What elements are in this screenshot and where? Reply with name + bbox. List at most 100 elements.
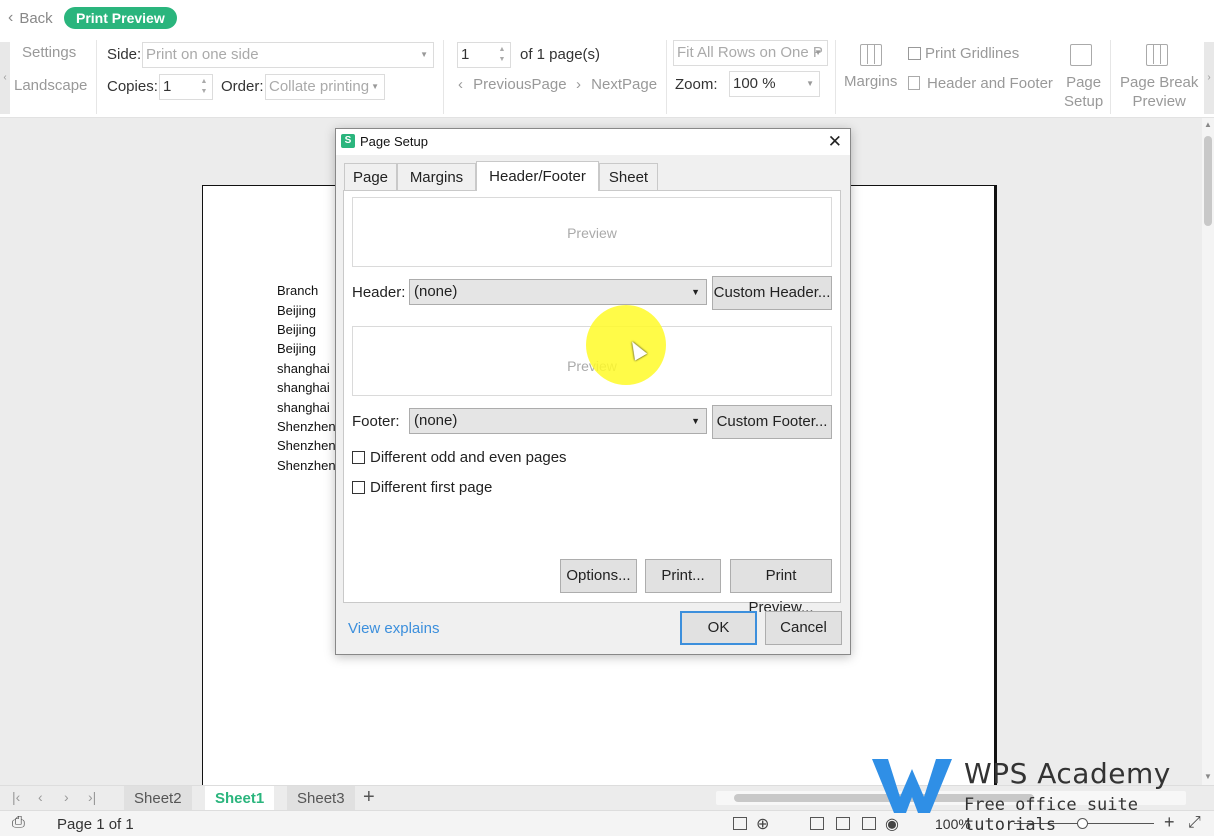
ribbon-divider <box>666 40 667 114</box>
next-page-button[interactable]: › NextPage <box>576 76 657 93</box>
scaling-select[interactable]: Fit All Rows on One P ▼ <box>673 40 828 66</box>
sheet-cell: Beijing <box>277 341 317 356</box>
sheet-tab-sheet3[interactable]: Sheet3 <box>287 786 355 811</box>
tab-sheet[interactable]: Sheet <box>599 163 658 190</box>
print-gridlines-checkbox[interactable] <box>908 47 921 60</box>
sheet-cell: Shenzhen <box>277 438 336 453</box>
spin-arrows-icon[interactable]: ▲ ▼ <box>496 45 508 65</box>
page-setup-icon <box>1070 44 1092 66</box>
prev-sheet-icon[interactable]: ‹ <box>38 789 43 805</box>
next-page-label: NextPage <box>591 76 658 93</box>
add-sheet-icon[interactable]: + <box>363 786 375 809</box>
zoom-select-value: 100 % <box>733 75 776 92</box>
page-break-preview-button[interactable]: Page Break Preview <box>1120 73 1198 111</box>
sheet-tab-sheet1[interactable]: Sheet1 <box>205 786 275 811</box>
view-explains-link[interactable]: View explains <box>348 620 439 637</box>
chevron-down-icon: ▼ <box>371 82 379 91</box>
page-setup-button[interactable]: Page Setup <box>1064 73 1103 111</box>
protect-icon[interactable]: ⊕ <box>756 814 769 834</box>
tab-header-footer[interactable]: Header/Footer <box>476 161 599 191</box>
copies-stepper[interactable]: 1 ▲ ▼ <box>159 74 213 100</box>
page-number-stepper[interactable]: 1 ▲ ▼ <box>457 42 511 68</box>
normal-view-icon[interactable] <box>810 817 824 830</box>
settings-button[interactable]: Settings <box>10 44 76 61</box>
first-page-checkbox[interactable] <box>352 481 365 494</box>
options-button[interactable]: Options... <box>560 559 637 593</box>
ribbon-divider <box>443 40 444 114</box>
side-label: Side: <box>107 46 142 63</box>
chevron-left-icon: ‹ <box>8 9 14 26</box>
tab-margins[interactable]: Margins <box>397 163 476 190</box>
spin-arrows-icon[interactable]: ▲ ▼ <box>198 77 210 97</box>
ribbon-scroll-left-button[interactable]: ‹ <box>0 42 10 114</box>
chevron-down-icon: ▼ <box>691 416 700 426</box>
sheet-cell: Beijing <box>277 303 317 318</box>
wps-spreadsheet-icon: S <box>341 134 355 148</box>
margins-button[interactable]: Margins <box>844 73 897 90</box>
order-select-value: Collate printing <box>269 78 370 95</box>
header-preview: Preview <box>352 197 832 267</box>
sheet-cell: shanghai <box>277 380 330 395</box>
focus-mode-icon[interactable] <box>733 817 747 830</box>
top-bar: ‹ Back Print Preview <box>0 0 1214 36</box>
ribbon-scroll-right-button[interactable]: › <box>1204 42 1214 114</box>
landscape-button[interactable]: Landscape <box>14 77 87 94</box>
ribbon-divider <box>96 40 97 114</box>
watermark-subtitle: Free office suite tutorials <box>964 795 1138 835</box>
footer-select-value: (none) <box>414 412 458 429</box>
page-count-label: of 1 page(s) <box>520 46 601 63</box>
copies-label: Copies: <box>107 78 158 95</box>
header-label: Header: <box>352 284 406 301</box>
close-icon[interactable]: ✕ <box>828 132 842 152</box>
print-preview-badge: Print Preview <box>64 7 177 29</box>
dialog-title: Page Setup <box>360 134 428 149</box>
page-info: Page 1 of 1 <box>57 816 134 833</box>
page-setup-dialog: S Page Setup ✕ Page Margins Header/Foote… <box>335 128 851 655</box>
header-select[interactable]: (none) ▼ <box>409 279 707 305</box>
page-break-label-line2: Preview <box>1132 93 1186 110</box>
eye-icon[interactable]: ◉ <box>885 814 899 834</box>
header-footer-button[interactable]: Header and Footer <box>927 75 1053 92</box>
tab-page[interactable]: Page <box>344 163 397 190</box>
sheet-cell: Beijing <box>277 322 317 337</box>
scrollbar-thumb[interactable] <box>1204 136 1212 226</box>
odd-even-checkbox[interactable] <box>352 451 365 464</box>
scroll-up-icon[interactable]: ▲ <box>1204 120 1212 129</box>
print-gridlines-label: Print Gridlines <box>925 45 1020 62</box>
page-layout-view-icon[interactable] <box>836 817 850 830</box>
first-sheet-icon[interactable]: |‹ <box>12 789 20 805</box>
previous-page-label: PreviousPage <box>473 76 567 93</box>
side-select-value: Print on one side <box>146 46 259 63</box>
page-setup-label-line2: Setup <box>1064 93 1104 110</box>
last-sheet-icon[interactable]: ›| <box>88 789 96 805</box>
sheet-tab-sheet2[interactable]: Sheet2 <box>124 786 192 811</box>
scroll-down-icon[interactable]: ▼ <box>1204 772 1212 781</box>
next-sheet-icon[interactable]: › <box>64 789 69 805</box>
previous-page-button[interactable]: ‹ PreviousPage <box>458 76 567 93</box>
print-preview-button[interactable]: Print Preview... <box>730 559 832 616</box>
footer-select[interactable]: (none) ▼ <box>409 408 707 434</box>
vertical-scrollbar[interactable]: ▲ ▼ <box>1202 118 1214 785</box>
chevron-down-icon: ▼ <box>814 48 822 57</box>
cancel-button[interactable]: Cancel <box>765 611 842 645</box>
page-setup-label-line1: Page <box>1066 74 1102 91</box>
ok-button[interactable]: OK <box>680 611 757 645</box>
ribbon-divider <box>1110 40 1111 114</box>
back-button[interactable]: ‹ Back <box>8 9 53 27</box>
custom-header-button[interactable]: Custom Header... <box>712 276 832 310</box>
print-button[interactable]: Print... <box>645 559 721 593</box>
sheet-cell: Branch <box>277 283 319 298</box>
page-break-view-icon[interactable] <box>862 817 876 830</box>
chevron-down-icon: ▼ <box>420 50 428 59</box>
chevron-right-icon: › <box>576 76 581 93</box>
page-break-label-line1: Page Break <box>1120 74 1199 91</box>
custom-footer-button[interactable]: Custom Footer... <box>712 405 832 439</box>
odd-even-label: Different odd and even pages <box>370 449 567 466</box>
sheet-cell: shanghai <box>277 361 330 376</box>
sheet-cell: Shenzhen <box>277 419 336 434</box>
zoom-select[interactable]: 100 % ▼ <box>729 71 820 97</box>
document-icon: ⎙ <box>12 814 25 831</box>
first-page-label: Different first page <box>370 479 493 496</box>
order-select[interactable]: Collate printing ▼ <box>265 74 385 100</box>
side-select[interactable]: Print on one side ▼ <box>142 42 434 68</box>
